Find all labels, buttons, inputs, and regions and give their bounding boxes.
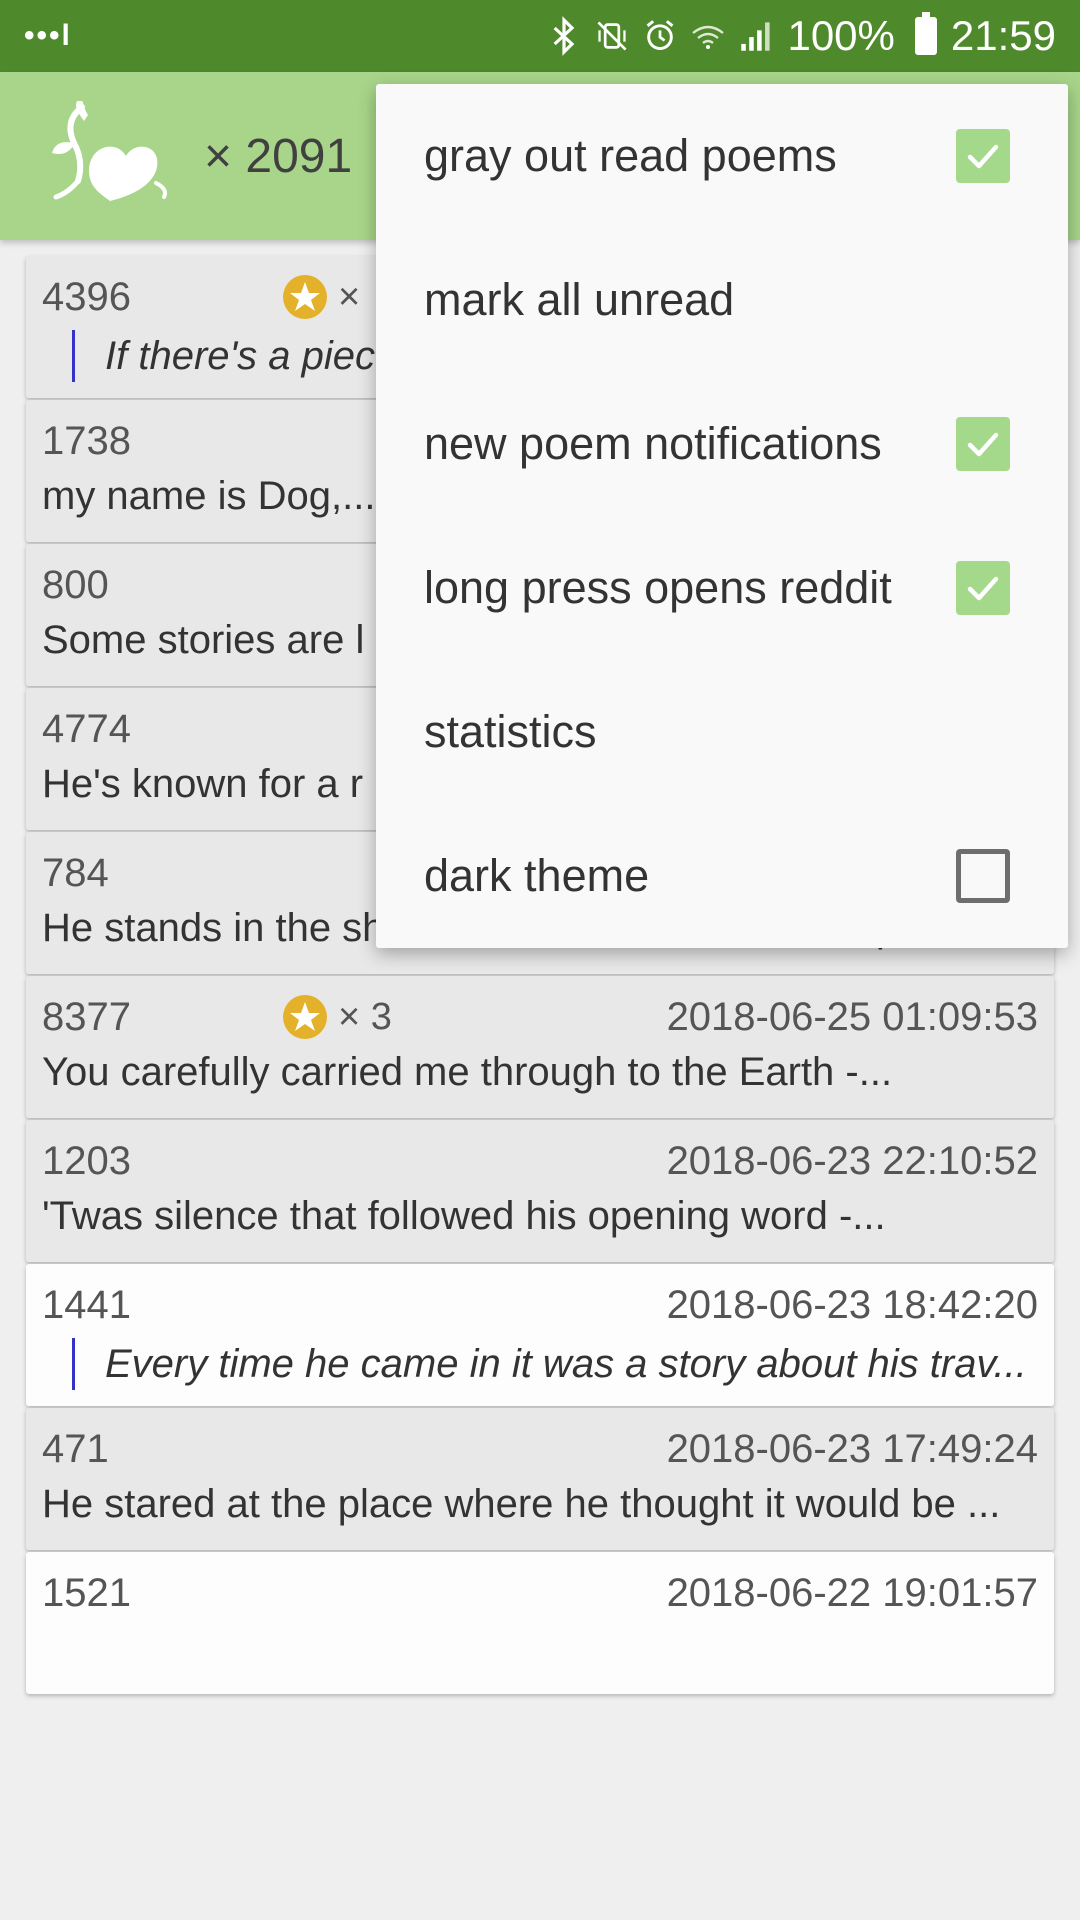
poem-preview: You carefully carried me through to the …	[42, 1050, 893, 1094]
menu-item-label: statistics	[424, 706, 597, 757]
status-bar: •••l 100% 21:59	[0, 0, 1080, 72]
poem-count: × 2091	[204, 129, 353, 183]
card-header: 1521 2018-06-22 19:01:57	[42, 1570, 1038, 1616]
poem-preview: He stared at the place where he thought …	[42, 1482, 1001, 1526]
award-count: ×	[338, 275, 361, 318]
award-count: × 3	[338, 995, 392, 1038]
card-header: 1441 2018-06-23 18:42:20	[42, 1282, 1038, 1328]
poem-card[interactable]: 8377 × 3 2018-06-25 01:09:53 You carefully …	[26, 976, 1054, 1118]
award-badge: ×	[282, 274, 360, 320]
poem-id: 1203	[42, 1138, 131, 1183]
card-header: 1203 2018-06-23 22:10:52	[42, 1138, 1038, 1184]
poem-card[interactable]: 1441 2018-06-23 18:42:20 Every time he cam…	[26, 1264, 1054, 1406]
menu-item-label: gray out read poems	[424, 130, 837, 181]
menu-item-label: mark all unread	[424, 274, 735, 325]
menu-item-mark-all-unread[interactable]: mark all unread	[376, 228, 1068, 372]
poem-date: 2018-06-22 19:01:57	[666, 1570, 1038, 1615]
alarm-icon	[647, 20, 674, 50]
sprout-heart-logo[interactable]	[44, 101, 174, 211]
poem-id: 1521	[42, 1570, 131, 1615]
gold-star-award-icon	[283, 995, 327, 1039]
menu-item-dark-theme[interactable]: dark theme	[376, 804, 1068, 948]
menu-item-label: new poem notifications	[424, 418, 882, 469]
clock: 21:59	[950, 12, 1056, 59]
poem-id: 4774	[42, 706, 131, 751]
poem-id: 4396	[42, 274, 131, 319]
poem-card[interactable]: 1521 2018-06-22 19:01:57	[26, 1552, 1054, 1694]
gold-star-award-icon	[283, 275, 327, 319]
checkbox[interactable]	[956, 417, 1010, 471]
check-icon	[967, 144, 999, 169]
menu-item-gray-out-read-poems[interactable]: gray out read poems	[376, 84, 1068, 228]
menu-item-label: dark theme	[424, 850, 650, 901]
checkbox[interactable]	[956, 849, 1010, 903]
poem-id: 471	[42, 1426, 109, 1471]
menu-item-new-poem-notifications[interactable]: new poem notifications	[376, 372, 1068, 516]
signal-dots: •••l	[24, 19, 72, 52]
poem-card[interactable]: 471 2018-06-23 17:49:24 He stared at the p…	[26, 1408, 1054, 1550]
poem-preview: Every time he came in it was a story abo…	[72, 1338, 1038, 1390]
check-icon	[967, 432, 999, 457]
menu-item-statistics[interactable]: statistics	[376, 660, 1068, 804]
poem-preview: 'Twas silence that followed his opening …	[42, 1194, 886, 1238]
card-header: 471 2018-06-23 17:49:24	[42, 1426, 1038, 1472]
poem-id: 8377	[42, 994, 131, 1039]
overflow-menu: gray out read poems mark all unread new po…	[376, 84, 1068, 948]
check-icon	[967, 576, 999, 601]
menu-item-label: long press opens reddit	[424, 562, 892, 613]
poem-card[interactable]: 1203 2018-06-23 22:10:52 'Twas silence tha…	[26, 1120, 1054, 1262]
poem-date: 2018-06-23 22:10:52	[666, 1138, 1038, 1183]
poem-id: 1441	[42, 1282, 131, 1327]
bluetooth-icon	[554, 16, 575, 56]
poem-id: 800	[42, 562, 109, 607]
card-header: 8377 × 3 2018-06-25 01:09:53	[42, 994, 1038, 1040]
vibrate-mute-icon	[597, 21, 628, 51]
menu-item-long-press-opens-reddit[interactable]: long press opens reddit	[376, 516, 1068, 660]
poem-date: 2018-06-25 01:09:53	[666, 994, 1038, 1039]
poem-id: 1738	[42, 418, 131, 463]
signal-icon	[741, 22, 771, 51]
poem-date: 2018-06-23 18:42:20	[666, 1282, 1038, 1327]
award-badge: × 3	[282, 994, 392, 1040]
poem-id: 784	[42, 850, 109, 895]
battery-percent: 100%	[787, 12, 895, 59]
status-icons: 100% 21:59	[547, 12, 1056, 60]
checkbox[interactable]	[956, 129, 1010, 183]
poem-date: 2018-06-23 17:49:24	[666, 1426, 1038, 1471]
battery-icon	[914, 12, 937, 55]
wifi-icon	[692, 25, 725, 49]
checkbox[interactable]	[956, 561, 1010, 615]
